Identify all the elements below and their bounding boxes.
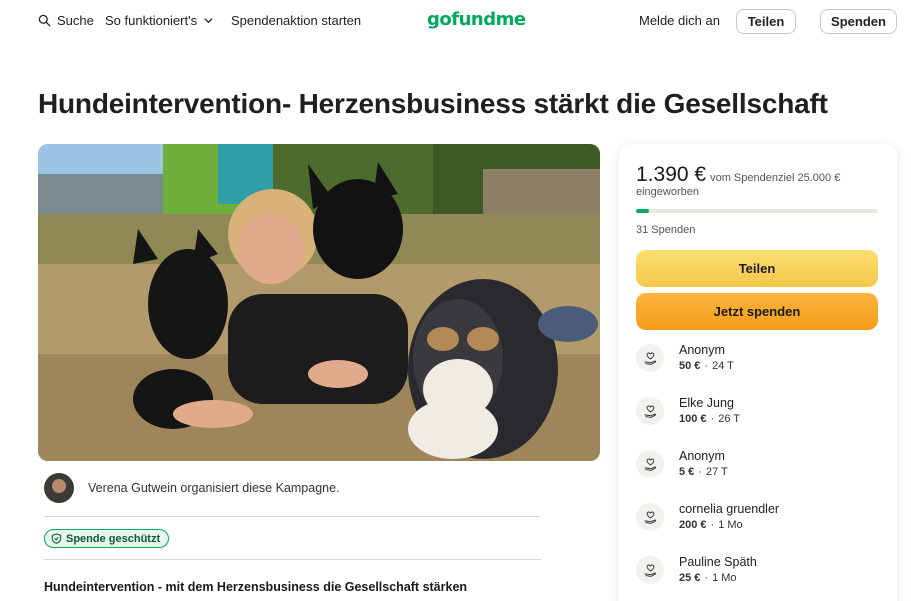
organizer-info: Verena Gutwein organisiert diese Kampagn… (44, 473, 340, 503)
donation-time: 24 T (712, 360, 734, 372)
donation-time: 1 Mo (718, 519, 743, 531)
donation-hand-icon (636, 344, 664, 372)
donor-name: Pauline Späth (679, 555, 757, 569)
top-navigation: Suche So funktioniert's Spendenaktion st… (0, 0, 911, 44)
story-title: Hundeintervention - mit dem Herzensbusin… (44, 580, 468, 594)
donation-item: cornelia gruendler 200 € · 1 Mo (636, 499, 878, 535)
donation-amount: 5 € (679, 466, 695, 478)
donation-amount: 25 € (679, 572, 701, 584)
donation-amount: 100 € (679, 413, 707, 425)
organizer-text: Verena Gutwein organisiert diese Kampagn… (88, 481, 340, 495)
donor-name: cornelia gruendler (679, 502, 780, 516)
raised-subtext: eingeworben (636, 186, 699, 198)
donor-name: Anonym (679, 449, 725, 463)
donation-time: 26 T (718, 413, 741, 425)
donate-button-header[interactable]: Spenden (820, 9, 897, 34)
donation-hand-icon (636, 556, 664, 584)
raised-summary: 1.390 € vom Spendenziel 25.000 € (636, 163, 840, 187)
progress-bar (636, 209, 878, 213)
chevron-down-icon (204, 18, 213, 24)
share-button[interactable]: Teilen (636, 250, 878, 287)
donation-time: 27 T (705, 466, 728, 478)
login-link[interactable]: Melde dich an (639, 13, 720, 28)
search-icon (38, 14, 51, 27)
goal-text: vom Spendenziel 25.000 € (710, 172, 841, 184)
donation-amount: 50 € (679, 360, 701, 372)
search-label: Suche (57, 13, 94, 28)
donation-item: Anonym 50 € · 24 T (636, 340, 878, 376)
donation-card: 1.390 € vom Spendenziel 25.000 € eingewo… (619, 144, 897, 601)
progress-fill (636, 209, 650, 213)
shield-icon (51, 533, 62, 544)
donation-count: 31 Spenden (636, 224, 696, 236)
organizer-avatar[interactable] (44, 473, 74, 503)
donation-item: Anonym 5 € · 27 T (636, 446, 878, 482)
badge-label: Spende geschützt (66, 532, 161, 545)
donation-hand-icon (636, 397, 664, 425)
gofundme-logo[interactable]: gofundme (427, 9, 526, 30)
donation-hand-icon (636, 503, 664, 531)
share-button-header[interactable]: Teilen (736, 9, 796, 34)
raised-amount: 1.390 € (636, 163, 707, 186)
divider (44, 559, 541, 560)
search-link[interactable]: Suche (38, 13, 94, 28)
donation-item: Elke Jung 100 € · 26 T (636, 393, 878, 429)
campaign-hero-image (38, 144, 600, 461)
divider (44, 516, 541, 517)
how-it-works-label: So funktioniert's (105, 13, 198, 28)
donor-name: Elke Jung (679, 396, 734, 410)
donation-item: Pauline Späth 25 € · 1 Mo (636, 552, 878, 588)
donation-amount: 200 € (679, 519, 707, 531)
donate-now-button[interactable]: Jetzt spenden (636, 293, 878, 330)
how-it-works-menu[interactable]: So funktioniert's (105, 13, 214, 28)
donation-hand-icon (636, 450, 664, 478)
donation-time: 1 Mo (712, 572, 737, 584)
start-fundraiser-link[interactable]: Spendenaktion starten (231, 13, 361, 28)
donation-protected-badge[interactable]: Spende geschützt (44, 529, 170, 548)
donor-name: Anonym (679, 343, 725, 357)
page-title: Hundeintervention- Herzensbusiness stärk… (38, 88, 828, 119)
